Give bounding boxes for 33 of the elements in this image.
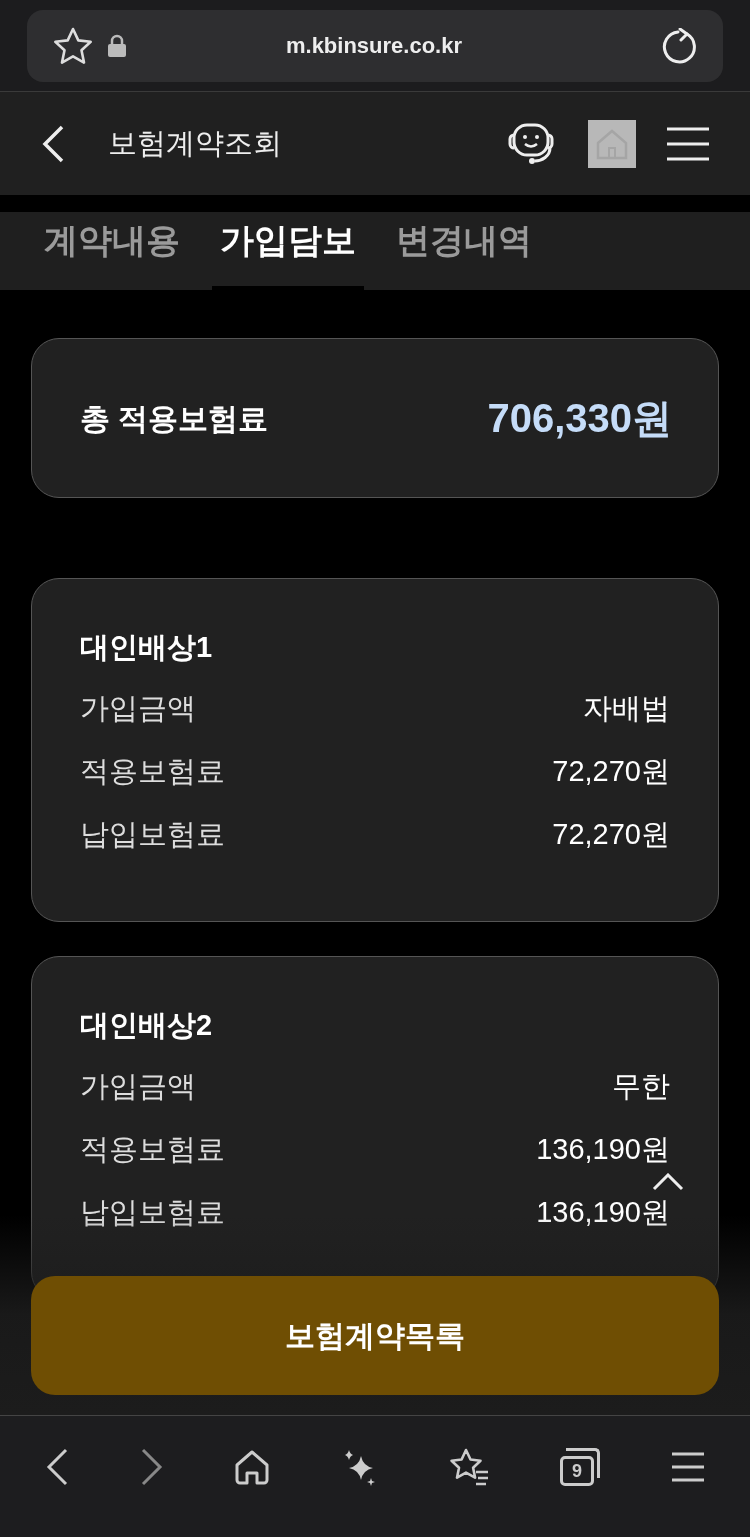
bookmarks-icon[interactable] xyxy=(449,1447,490,1486)
field-value: 136,190원 xyxy=(536,1194,670,1230)
field-value: 72,270원 xyxy=(552,753,670,789)
field-value: 72,270원 xyxy=(552,816,670,852)
menu-icon[interactable] xyxy=(666,125,710,162)
back-icon[interactable] xyxy=(40,123,66,164)
forward-icon[interactable] xyxy=(139,1446,164,1487)
page-title: 보험계약조회 xyxy=(108,125,283,161)
address-bar[interactable]: m.kbinsure.co.kr xyxy=(27,9,723,82)
lock-icon xyxy=(107,33,127,58)
field-value: 자배법 xyxy=(583,690,670,726)
field-label: 납입보험료 xyxy=(80,1194,225,1230)
coverage-title: 대인배상1 xyxy=(80,630,214,665)
field-label: 가입금액 xyxy=(80,690,196,726)
coverage-title: 대인배상2 xyxy=(80,1008,214,1043)
field-label: 가입금액 xyxy=(80,1068,196,1104)
field-value: 무한 xyxy=(612,1068,670,1104)
menu-icon[interactable] xyxy=(670,1450,705,1483)
home-icon[interactable] xyxy=(234,1448,271,1485)
total-premium-value: 706,330원 xyxy=(487,395,672,442)
field-label: 납입보험료 xyxy=(80,816,225,852)
reload-icon[interactable] xyxy=(661,27,697,64)
home-thumbnail[interactable] xyxy=(588,119,636,168)
contract-list-button[interactable]: 보험계약목록 xyxy=(31,1276,719,1395)
back-icon[interactable] xyxy=(45,1446,70,1487)
field-value: 136,190원 xyxy=(536,1131,670,1167)
scroll-top-icon[interactable] xyxy=(652,1173,684,1191)
tab[interactable]: 변경내역 xyxy=(388,212,540,290)
field-label: 적용보험료 xyxy=(80,753,225,789)
tab[interactable]: 계약내용 xyxy=(36,212,188,290)
total-premium-label: 총 적용보험료 xyxy=(80,400,269,437)
star-icon[interactable] xyxy=(53,26,93,65)
field-label: 적용보험료 xyxy=(80,1131,225,1167)
